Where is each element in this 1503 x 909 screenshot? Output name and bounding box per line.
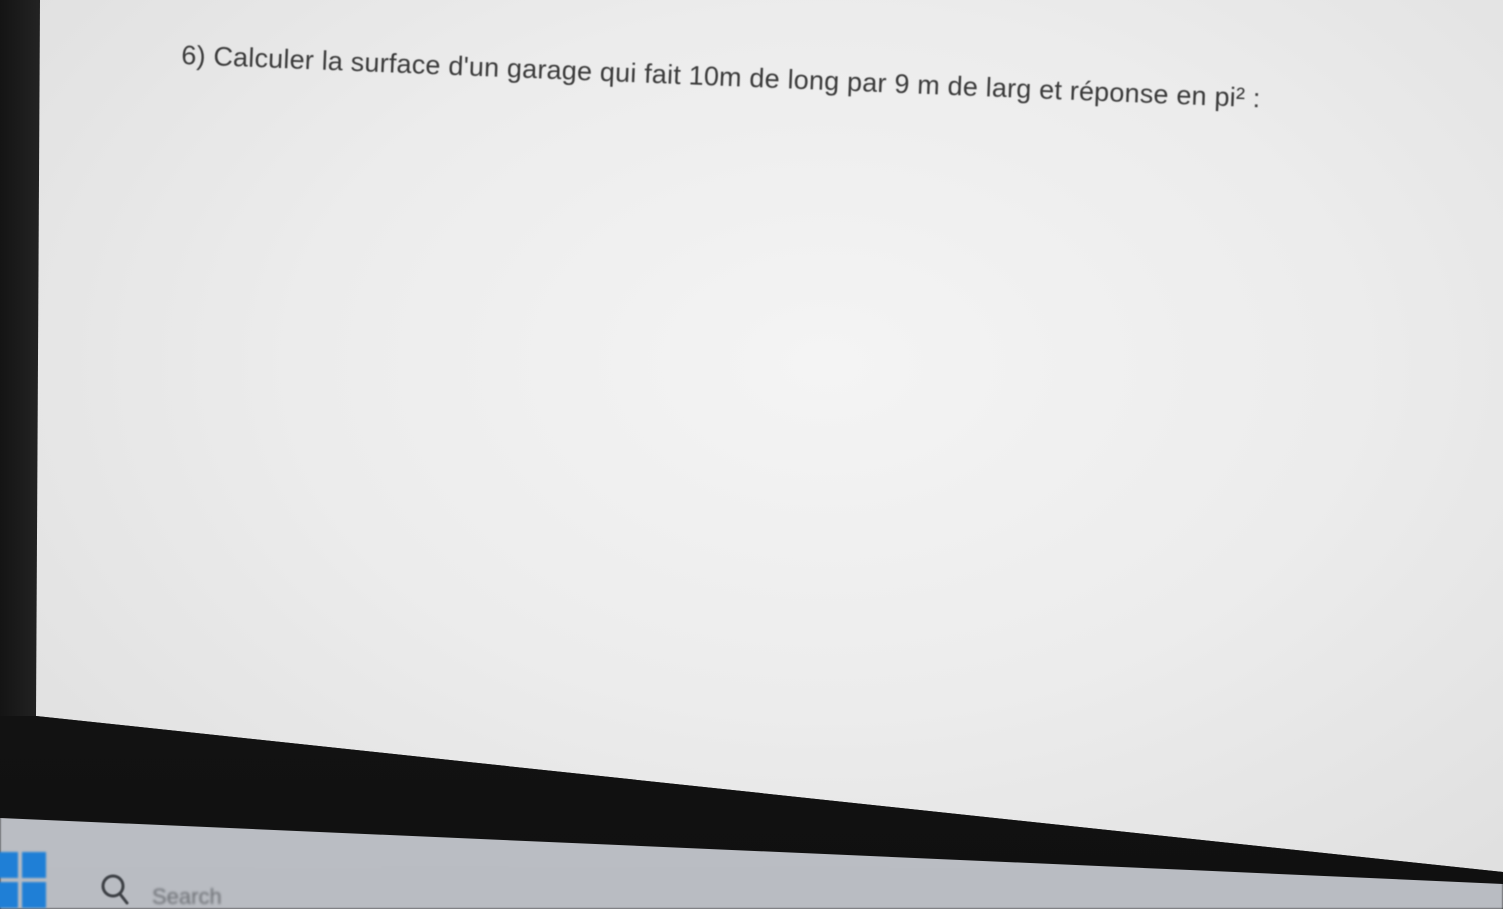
question-text: 6) Calculer la surface d'un garage qui f… <box>180 40 1262 114</box>
photo-of-monitor: 6) Calculer la surface d'un garage qui f… <box>0 0 1503 909</box>
windows-start-icon[interactable] <box>0 852 46 908</box>
search-icon[interactable] <box>100 872 130 906</box>
taskbar-search-input[interactable]: Search <box>152 884 222 909</box>
